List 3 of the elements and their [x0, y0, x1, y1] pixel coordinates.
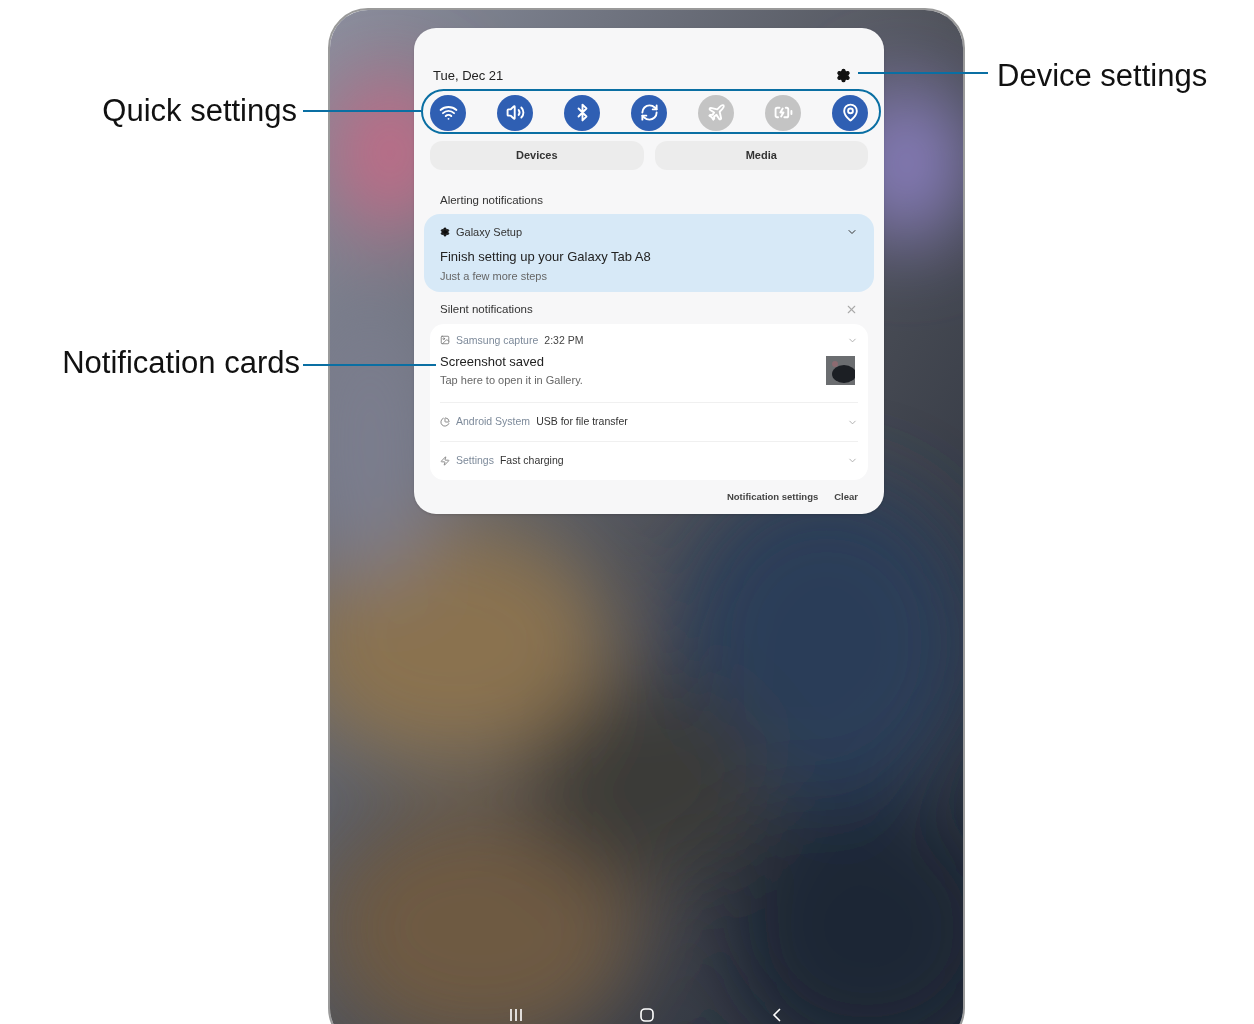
callout-label: Quick settings [102, 92, 297, 130]
callout-label: Notification cards [62, 344, 300, 382]
callout-label: Device settings [997, 57, 1208, 95]
